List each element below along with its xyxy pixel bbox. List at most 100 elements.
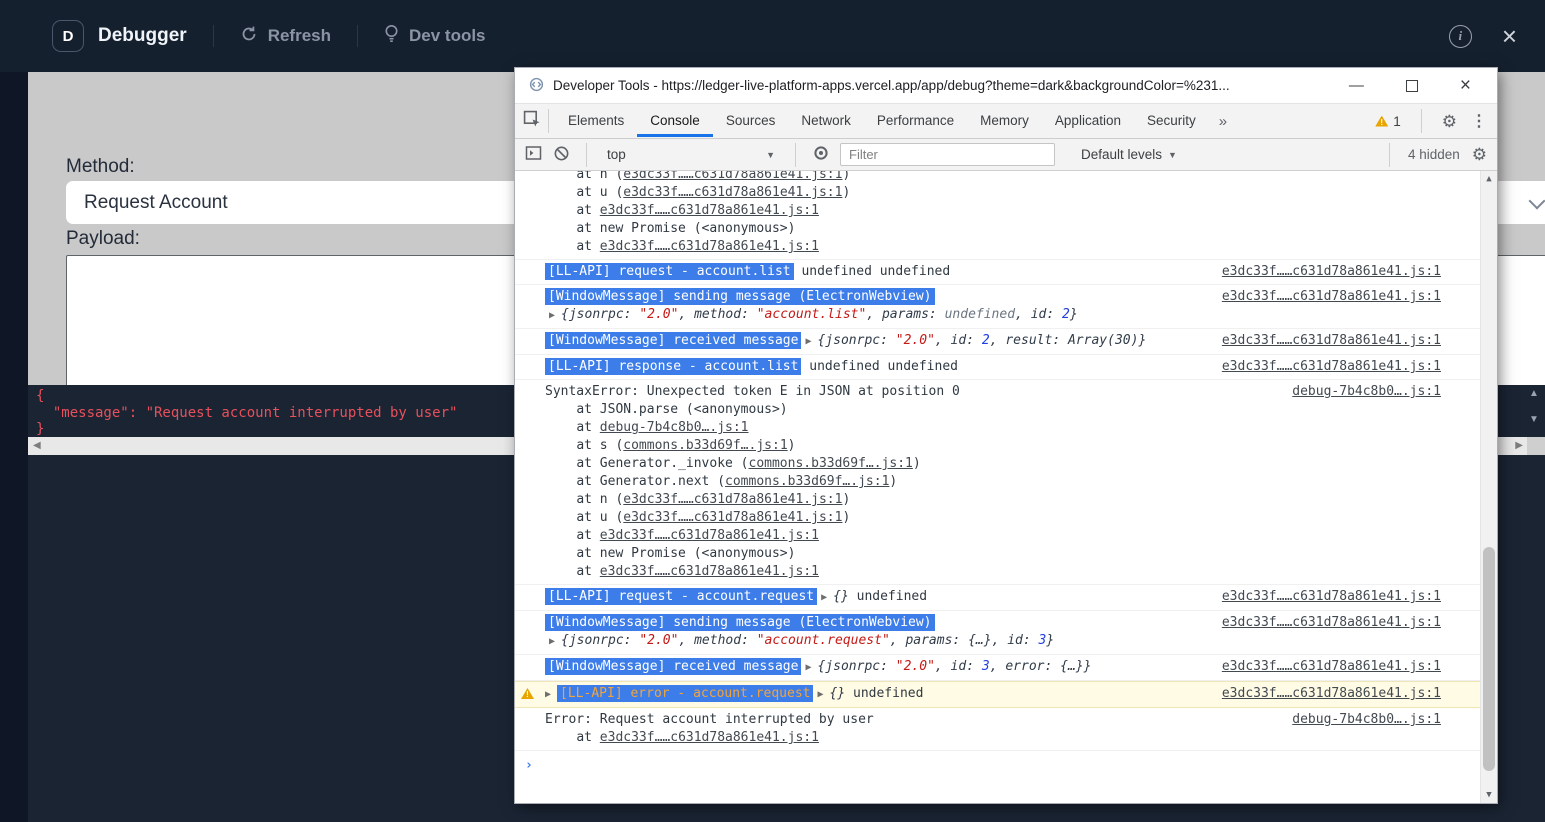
console-text: [LL-API] request - account.list — [545, 263, 794, 280]
console-text: {jsonrpc: — [817, 333, 895, 348]
minimize-icon[interactable]: — — [1349, 77, 1364, 94]
source-location-link[interactable]: e3dc33f……c631d78a861e41.js:1 — [1222, 658, 1441, 676]
dev-tools-button[interactable]: Dev tools — [384, 24, 486, 49]
console-text: undefined — [845, 686, 923, 701]
source-location-link[interactable]: e3dc33f……c631d78a861e41.js:1 — [1222, 288, 1441, 306]
inspect-element-icon[interactable] — [523, 110, 542, 132]
console-entry: [WindowMessage] sending message (Electro… — [515, 285, 1481, 329]
info-icon[interactable]: i — [1449, 25, 1472, 48]
tab-console[interactable]: Console — [637, 105, 713, 137]
console-line: Error: Request account interrupted by us… — [545, 711, 1437, 729]
console-scrollbar[interactable]: ▲ ▼ — [1480, 171, 1497, 803]
source-link[interactable]: e3dc33f……c631d78a861e41.js:1 — [623, 492, 842, 507]
settings-gear-icon[interactable]: ⚙ — [1442, 113, 1457, 130]
console-line: at debug-7b4c8b0….js:1 — [545, 419, 1437, 437]
console-text: } — [1046, 633, 1054, 648]
scrollbar-thumb[interactable] — [1483, 547, 1495, 771]
devtools-titlebar[interactable]: Developer Tools - https://ledger-live-pl… — [515, 68, 1497, 104]
source-link[interactable]: e3dc33f……c631d78a861e41.js:1 — [600, 528, 819, 543]
scroll-down-icon[interactable]: ▼ — [1523, 414, 1545, 425]
console-entry: Error: Request account interrupted by us… — [515, 708, 1481, 751]
expand-triangle-icon[interactable]: ▶ — [549, 310, 555, 321]
expand-triangle-icon[interactable]: ▶ — [549, 636, 555, 647]
scroll-left-icon[interactable]: ◀ — [33, 440, 41, 451]
tab-application[interactable]: Application — [1042, 105, 1134, 137]
source-location-link[interactable]: e3dc33f……c631d78a861e41.js:1 — [1222, 358, 1441, 376]
source-link[interactable]: debug-7b4c8b0….js:1 — [600, 420, 749, 435]
source-location-link[interactable]: debug-7b4c8b0….js:1 — [1292, 383, 1441, 401]
tab-elements[interactable]: Elements — [555, 105, 637, 137]
scroll-up-icon[interactable]: ▲ — [1523, 388, 1545, 399]
source-location-link[interactable]: e3dc33f……c631d78a861e41.js:1 — [1222, 614, 1441, 632]
console-entry: [WindowMessage] received message▶{jsonrp… — [515, 329, 1481, 355]
warning-badge[interactable]: ! 1 — [1375, 114, 1401, 129]
divider — [1421, 109, 1422, 133]
source-link[interactable]: e3dc33f……c631d78a861e41.js:1 — [600, 239, 819, 254]
scroll-down-icon[interactable]: ▼ — [1481, 790, 1497, 800]
source-location-link[interactable]: e3dc33f……c631d78a861e41.js:1 — [1222, 263, 1441, 281]
console-line: [LL-API] request - account.request▶{} un… — [545, 588, 1437, 607]
console-text: at — [545, 528, 600, 543]
scroll-right-icon[interactable]: ▶ — [1515, 440, 1523, 451]
tab-performance[interactable]: Performance — [864, 105, 967, 137]
expand-triangle-icon[interactable]: ▶ — [805, 336, 811, 347]
console-prompt[interactable]: › — [515, 751, 1481, 773]
console-settings-gear-icon[interactable]: ⚙ — [1472, 146, 1487, 163]
output-vertical-scrollbar[interactable]: ▲ ▼ — [1523, 385, 1545, 437]
console-text: } — [1070, 307, 1078, 322]
console-text: at — [545, 730, 600, 745]
source-link[interactable]: e3dc33f……c631d78a861e41.js:1 — [623, 510, 842, 525]
console-line: at JSON.parse (<anonymous>) — [545, 401, 1437, 419]
console-text: SyntaxError: Unexpected token E in JSON … — [545, 384, 960, 399]
close-icon[interactable]: × — [1502, 26, 1517, 46]
source-link[interactable]: commons.b33d69f….js:1 — [749, 456, 913, 471]
tab-security[interactable]: Security — [1134, 105, 1209, 137]
console-text: at — [545, 203, 600, 218]
console-text: at — [545, 420, 600, 435]
source-location-link[interactable]: debug-7b4c8b0….js:1 — [1292, 711, 1441, 729]
console-text: [LL-API] error - account.request — [557, 685, 813, 702]
more-tabs-icon[interactable]: » — [1209, 113, 1237, 130]
expand-triangle-icon[interactable]: ▶ — [817, 689, 823, 700]
source-link[interactable]: e3dc33f……c631d78a861e41.js:1 — [623, 185, 842, 200]
maximize-icon[interactable] — [1406, 80, 1418, 92]
console-text: ) — [842, 171, 850, 182]
window-close-icon[interactable]: × — [1460, 75, 1471, 97]
tab-memory[interactable]: Memory — [967, 105, 1042, 137]
context-selector[interactable]: top ▼ — [603, 147, 779, 162]
scroll-up-icon[interactable]: ▲ — [1481, 174, 1497, 184]
refresh-button[interactable]: Refresh — [240, 25, 331, 48]
console-text: at new Promise (<anonymous>) — [545, 221, 795, 236]
console-text: at n ( — [545, 171, 623, 182]
console-text: "2.0" — [639, 633, 678, 648]
tab-network[interactable]: Network — [788, 105, 864, 137]
kebab-menu-icon[interactable]: ⋮ — [1471, 111, 1487, 131]
page-title: Debugger — [98, 25, 187, 47]
source-link[interactable]: e3dc33f……c631d78a861e41.js:1 — [600, 564, 819, 579]
source-link[interactable]: commons.b33d69f….js:1 — [623, 438, 787, 453]
tab-sources[interactable]: Sources — [713, 105, 789, 137]
console-text: at JSON.parse (<anonymous>) — [545, 402, 788, 417]
console-text: "2.0" — [896, 333, 935, 348]
console-text: at Generator._invoke ( — [545, 456, 749, 471]
source-link[interactable]: e3dc33f……c631d78a861e41.js:1 — [623, 171, 842, 182]
console-sidebar-icon[interactable] — [525, 144, 543, 165]
live-expression-eye-icon[interactable] — [812, 144, 830, 165]
expand-triangle-icon[interactable]: ▶ — [545, 689, 551, 700]
console-line: at Generator.next (commons.b33d69f….js:1… — [545, 473, 1437, 491]
console-line: at e3dc33f……c631d78a861e41.js:1 — [545, 729, 1437, 747]
console-line: at new Promise (<anonymous>) — [545, 545, 1437, 563]
source-location-link[interactable]: e3dc33f……c631d78a861e41.js:1 — [1222, 588, 1441, 606]
expand-triangle-icon[interactable]: ▶ — [805, 662, 811, 673]
source-link[interactable]: e3dc33f……c631d78a861e41.js:1 — [600, 203, 819, 218]
source-location-link[interactable]: e3dc33f……c631d78a861e41.js:1 — [1222, 332, 1441, 350]
source-link[interactable]: commons.b33d69f….js:1 — [725, 474, 889, 489]
filter-input[interactable] — [840, 143, 1055, 166]
console-text: undefined undefined — [794, 264, 951, 279]
source-link[interactable]: e3dc33f……c631d78a861e41.js:1 — [600, 730, 819, 745]
log-levels-dropdown[interactable]: Default levels ▼ — [1081, 147, 1177, 162]
expand-triangle-icon[interactable]: ▶ — [821, 592, 827, 603]
source-location-link[interactable]: e3dc33f……c631d78a861e41.js:1 — [1222, 685, 1441, 703]
console-text: [LL-API] response - account.list — [545, 358, 801, 375]
clear-console-icon[interactable] — [553, 145, 570, 165]
